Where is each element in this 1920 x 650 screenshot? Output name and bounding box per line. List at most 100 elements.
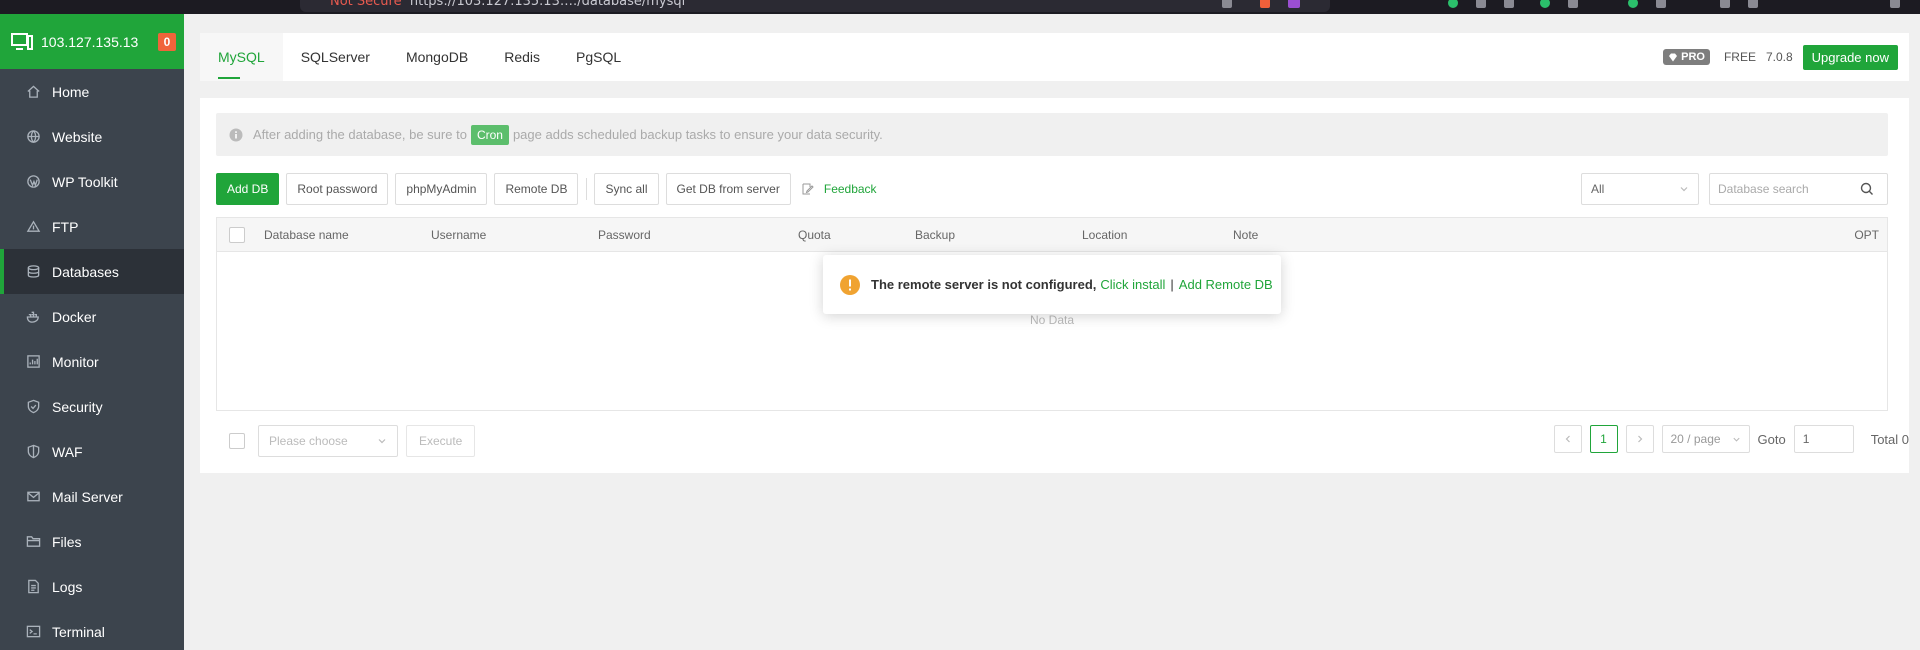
license-type: FREE [1723, 50, 1756, 64]
sidebar-item-website[interactable]: Website [0, 114, 184, 159]
extension-icon[interactable] [1448, 0, 1458, 8]
page-size-select[interactable]: 20 / page [1661, 425, 1750, 453]
server-header[interactable]: 103.127.135.13 0 [0, 14, 184, 69]
toast-separator: | [1170, 277, 1174, 292]
extension-icon[interactable] [1628, 0, 1638, 8]
execute-button[interactable]: Execute [406, 425, 476, 457]
feedback-link[interactable]: Feedback [802, 182, 877, 196]
extension-icon[interactable] [1288, 0, 1300, 8]
root-password-button[interactable]: Root password [286, 173, 389, 205]
extension-icon[interactable] [1568, 0, 1578, 8]
column-password: Password [598, 228, 651, 242]
remote-db-button[interactable]: Remote DB [494, 173, 579, 205]
get-db-from-server-button[interactable]: Get DB from server [665, 173, 791, 205]
backup-notice: After adding the database, be sure to Cr… [216, 113, 1888, 156]
sidebar-item-home[interactable]: Home [0, 69, 184, 114]
version-number[interactable]: 7.0.8 [1766, 50, 1793, 64]
column-backup: Backup [915, 228, 956, 242]
shield-icon [27, 399, 40, 414]
extension-icon[interactable] [1748, 0, 1758, 8]
sidebar-item-label: Monitor [52, 353, 99, 370]
sidebar-item-terminal[interactable]: Terminal [0, 609, 184, 650]
sidebar-item-files[interactable]: Files [0, 519, 184, 564]
column-database-name[interactable]: Database name [264, 228, 349, 242]
warning-icon [840, 274, 860, 295]
tab-pgsql[interactable]: PgSQL [558, 33, 639, 81]
toolbar-divider [586, 178, 588, 200]
prev-page-button[interactable] [1553, 425, 1582, 453]
url-text: Not Secure https://103.127.135.13:…/data… [330, 0, 686, 9]
extension-icon[interactable] [1540, 0, 1550, 8]
terminal-icon [26, 625, 41, 638]
tab-mongodb[interactable]: MongoDB [388, 33, 486, 81]
sidebar-item-logs[interactable]: Logs [0, 564, 184, 609]
sidebar-item-label: Logs [52, 578, 83, 595]
sync-all-button[interactable]: Sync all [594, 173, 659, 205]
goto-page-input[interactable] [1793, 425, 1854, 453]
sidebar-item-label: Files [52, 533, 82, 550]
brave-shield-icon[interactable] [1260, 0, 1270, 8]
extension-icon[interactable] [1476, 0, 1486, 8]
toast-message: The remote server is not configured, [871, 277, 1097, 292]
sidebar-item-ftp[interactable]: FTP [0, 204, 184, 249]
empty-state-text: No Data [1029, 313, 1075, 327]
sidebar-item-mail-server[interactable]: Mail Server [0, 474, 184, 519]
notice-text-after: page adds scheduled backup tasks to ensu… [512, 127, 883, 142]
column-note: Note [1233, 228, 1259, 242]
menu-icon[interactable] [1890, 0, 1900, 8]
tab-redis[interactable]: Redis [486, 33, 558, 81]
database-toolbar: Add DB Root password phpMyAdmin Remote D… [216, 173, 1888, 205]
add-remote-db-link[interactable]: Add Remote DB [1179, 277, 1273, 292]
batch-select-checkbox[interactable] [229, 433, 245, 449]
database-search-input[interactable] [1710, 182, 1860, 196]
next-page-button[interactable] [1625, 425, 1654, 453]
goto-label: Goto [1757, 431, 1786, 447]
chevron-down-icon [1680, 187, 1688, 192]
table-header: Database name Username Password Quota Ba… [217, 218, 1887, 252]
upgrade-button[interactable]: Upgrade now [1802, 44, 1898, 70]
phpmyadmin-button[interactable]: phpMyAdmin [395, 173, 488, 205]
sidebar-item-databases[interactable]: Databases [0, 249, 184, 294]
sidebar-item-monitor[interactable]: Monitor [0, 339, 184, 384]
tab-sqlserver[interactable]: SQLServer [283, 33, 388, 81]
docker-icon [26, 311, 39, 323]
select-all-checkbox[interactable] [229, 227, 245, 243]
add-db-button[interactable]: Add DB [216, 173, 280, 205]
page-number-button[interactable]: 1 [1589, 425, 1618, 453]
sidebar-item-wp-toolkit[interactable]: WP Toolkit [0, 159, 184, 204]
sidebar-item-label: Terminal [52, 623, 105, 640]
waf-icon [27, 444, 40, 459]
sidebar-item-docker[interactable]: Docker [0, 294, 184, 339]
feedback-icon [802, 183, 814, 195]
database-filter-select[interactable]: All [1581, 173, 1699, 205]
pro-badge[interactable]: PRO [1663, 49, 1710, 65]
bookmark-icon[interactable] [1222, 0, 1232, 8]
info-icon [229, 128, 243, 141]
chevron-down-icon [1732, 437, 1740, 442]
wordpress-icon [27, 175, 40, 188]
total-count: Total 0 [1870, 431, 1909, 447]
chevron-down-icon [378, 439, 386, 444]
remote-server-toast: The remote server is not configured, Cli… [823, 255, 1281, 314]
extension-icon[interactable] [1504, 0, 1514, 8]
notice-text-before: After adding the database, be sure to [253, 127, 467, 142]
sidebar-item-label: Databases [52, 263, 119, 280]
click-install-link[interactable]: Click install [1100, 277, 1165, 292]
sidebar-item-waf[interactable]: WAF [0, 429, 184, 474]
gem-icon [1669, 53, 1678, 61]
column-opt: OPT [1854, 228, 1879, 242]
database-table: Database name Username Password Quota Ba… [216, 217, 1888, 411]
extension-icon[interactable] [1720, 0, 1730, 8]
batch-action-select[interactable]: Please choose [258, 425, 398, 457]
alert-badge[interactable]: 0 [158, 32, 176, 51]
sidebar-item-security[interactable]: Security [0, 384, 184, 429]
cron-link[interactable]: Cron [470, 124, 509, 145]
sidebar-item-label: Home [52, 83, 90, 100]
column-username: Username [431, 228, 487, 242]
search-icon[interactable] [1860, 182, 1874, 196]
extension-icon[interactable] [1656, 0, 1666, 8]
database-type-tabs: MySQL SQLServer MongoDB Redis PgSQL PRO … [200, 33, 1909, 81]
tab-mysql[interactable]: MySQL [200, 33, 283, 81]
home-icon [27, 85, 40, 98]
chevron-left-icon [1565, 435, 1570, 443]
